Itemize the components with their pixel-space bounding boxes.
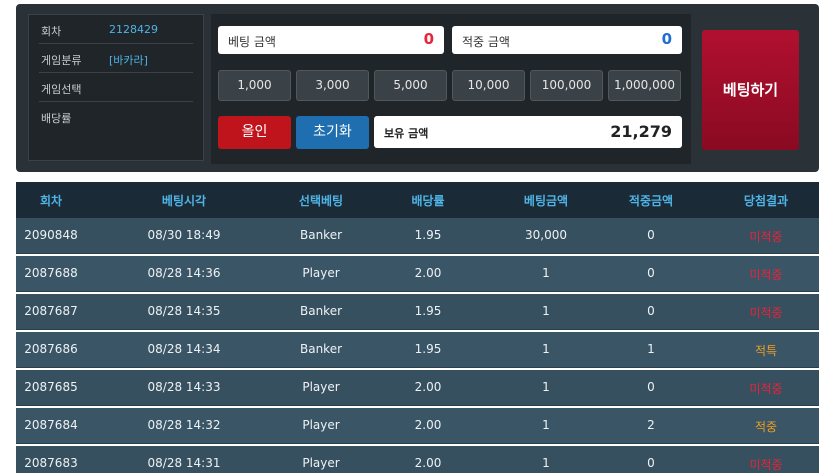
cell-bet-amount: 1 <box>542 266 550 280</box>
info-label: 게임분류 <box>41 54 82 67</box>
win-amount-value: 0 <box>661 30 672 48</box>
cell-result: 미적중 <box>749 268 783 282</box>
cell-bet-amount: 1 <box>542 418 550 432</box>
cell-odds: 2.00 <box>414 266 442 280</box>
cell-round: 2087686 <box>24 342 78 356</box>
place-bet-button[interactable]: 베팅하기 <box>702 30 799 150</box>
cell-result: 적중 <box>754 420 778 434</box>
info-row-game-select: 게임선택 <box>39 73 193 102</box>
cell-odds: 1.95 <box>414 228 442 242</box>
holding-amount-label: 보유 금액 <box>384 127 429 140</box>
column-header-result: 당첨결과 <box>743 194 789 208</box>
table-row: 2087686 08/28 14:34 Banker 1.95 1 1 적특 <box>16 332 819 368</box>
table-header: 회차 베팅시각 선택베팅 배당률 베팅금액 적중금액 당첨결과 <box>16 182 819 218</box>
reset-button[interactable]: 초기화 <box>296 116 369 149</box>
bet-amount-label: 베팅 금액 <box>228 35 276 49</box>
cell-selection: Player <box>302 380 340 394</box>
cell-round: 2087684 <box>24 418 78 432</box>
cell-round: 2087687 <box>24 304 78 318</box>
table-row: 2087688 08/28 14:36 Player 2.00 1 0 미적중 <box>16 256 819 292</box>
bet-history-table: 회차 베팅시각 선택베팅 배당률 베팅금액 적중금액 당첨결과 2090848 0… <box>16 182 819 473</box>
cell-bet-time: 08/28 14:35 <box>147 304 221 318</box>
info-row-odds: 배당률 <box>39 102 193 130</box>
cell-result: 미적중 <box>749 458 783 472</box>
cell-odds: 2.00 <box>414 380 442 394</box>
info-row-game-type: 게임분류 [바카라] <box>39 44 193 73</box>
cell-bet-time: 08/28 14:32 <box>147 418 221 432</box>
cell-bet-time: 08/28 14:31 <box>147 456 221 470</box>
cell-selection: Banker <box>299 304 343 318</box>
bet-amount-value: 0 <box>423 30 434 48</box>
cell-round: 2087685 <box>24 380 78 394</box>
table-row: 2087687 08/28 14:35 Banker 1.95 1 0 미적중 <box>16 294 819 330</box>
cell-odds: 1.95 <box>414 304 442 318</box>
holding-amount-box: 보유 금액 21,279 <box>374 116 682 148</box>
cell-bet-amount: 1 <box>542 304 550 318</box>
cell-selection: Banker <box>299 342 343 356</box>
cell-result: 미적중 <box>749 382 783 396</box>
win-amount-label: 적중 금액 <box>462 35 510 49</box>
column-header-win-amount: 적중금액 <box>628 194 674 208</box>
cell-win-amount: 1 <box>647 342 655 356</box>
cell-bet-amount: 1 <box>542 342 550 356</box>
column-header-selection: 선택베팅 <box>298 194 344 208</box>
cell-selection: Player <box>302 456 340 470</box>
cell-result: 미적중 <box>749 306 783 320</box>
cell-win-amount: 0 <box>647 456 655 470</box>
cell-selection: Player <box>302 266 340 280</box>
cell-bet-amount: 1 <box>542 380 550 394</box>
cell-odds: 1.95 <box>414 342 442 356</box>
cell-bet-amount: 1 <box>542 456 550 470</box>
column-header-bet-amount: 베팅금액 <box>523 194 569 208</box>
cell-round: 2090848 <box>24 228 78 242</box>
cell-round: 2087683 <box>24 456 78 470</box>
table-row: 2090848 08/30 18:49 Banker 1.95 30,000 0 미적중 <box>16 218 819 254</box>
table-row: 2087683 08/28 14:31 Player 2.00 1 0 미적중 <box>16 446 819 473</box>
chip-1000000-button[interactable]: 1,000,000 <box>608 70 681 101</box>
bet-amount-field[interactable]: 베팅 금액 0 <box>218 26 444 54</box>
cell-win-amount: 0 <box>647 266 655 280</box>
cell-round: 2087688 <box>24 266 78 280</box>
win-amount-field: 적중 금액 0 <box>452 26 682 54</box>
cell-win-amount: 0 <box>647 380 655 394</box>
cell-odds: 2.00 <box>414 418 442 432</box>
cell-result: 미적중 <box>749 230 783 244</box>
round-info-box: 회차 2128429 게임분류 [바카라] 게임선택 배당률 <box>28 14 204 161</box>
chip-10000-button[interactable]: 10,000 <box>452 70 525 101</box>
cell-win-amount: 2 <box>647 418 655 432</box>
cell-selection: Player <box>302 418 340 432</box>
chip-1000-button[interactable]: 1,000 <box>218 70 291 101</box>
column-header-bet-time: 베팅시각 <box>161 194 207 208</box>
cell-bet-time: 08/28 14:33 <box>147 380 221 394</box>
cell-bet-time: 08/28 14:36 <box>147 266 221 280</box>
cell-bet-time: 08/28 14:34 <box>147 342 221 356</box>
allin-button[interactable]: 올인 <box>218 116 291 149</box>
cell-result: 적특 <box>754 344 778 358</box>
info-label: 게임선택 <box>41 83 82 96</box>
info-label: 배당률 <box>41 112 72 125</box>
cell-win-amount: 0 <box>647 304 655 318</box>
cell-bet-amount: 30,000 <box>525 228 567 242</box>
info-row-round: 회차 2128429 <box>39 15 193 44</box>
table-row: 2087684 08/28 14:32 Player 2.00 1 2 적중 <box>16 408 819 444</box>
column-header-round: 회차 <box>39 194 63 208</box>
cell-selection: Banker <box>299 228 343 242</box>
cell-win-amount: 0 <box>647 228 655 242</box>
column-header-odds: 배당률 <box>411 194 445 208</box>
table-row: 2087685 08/28 14:33 Player 2.00 1 0 미적중 <box>16 370 819 406</box>
cell-bet-time: 08/30 18:49 <box>147 228 221 242</box>
chip-100000-button[interactable]: 100,000 <box>530 70 603 101</box>
info-label: 회차 <box>41 25 62 38</box>
info-value: [바카라] <box>109 54 148 67</box>
info-value: 2128429 <box>109 23 158 36</box>
holding-amount-value: 21,279 <box>610 122 672 141</box>
chip-3000-button[interactable]: 3,000 <box>296 70 369 101</box>
chip-5000-button[interactable]: 5,000 <box>374 70 447 101</box>
cell-odds: 2.00 <box>414 456 442 470</box>
